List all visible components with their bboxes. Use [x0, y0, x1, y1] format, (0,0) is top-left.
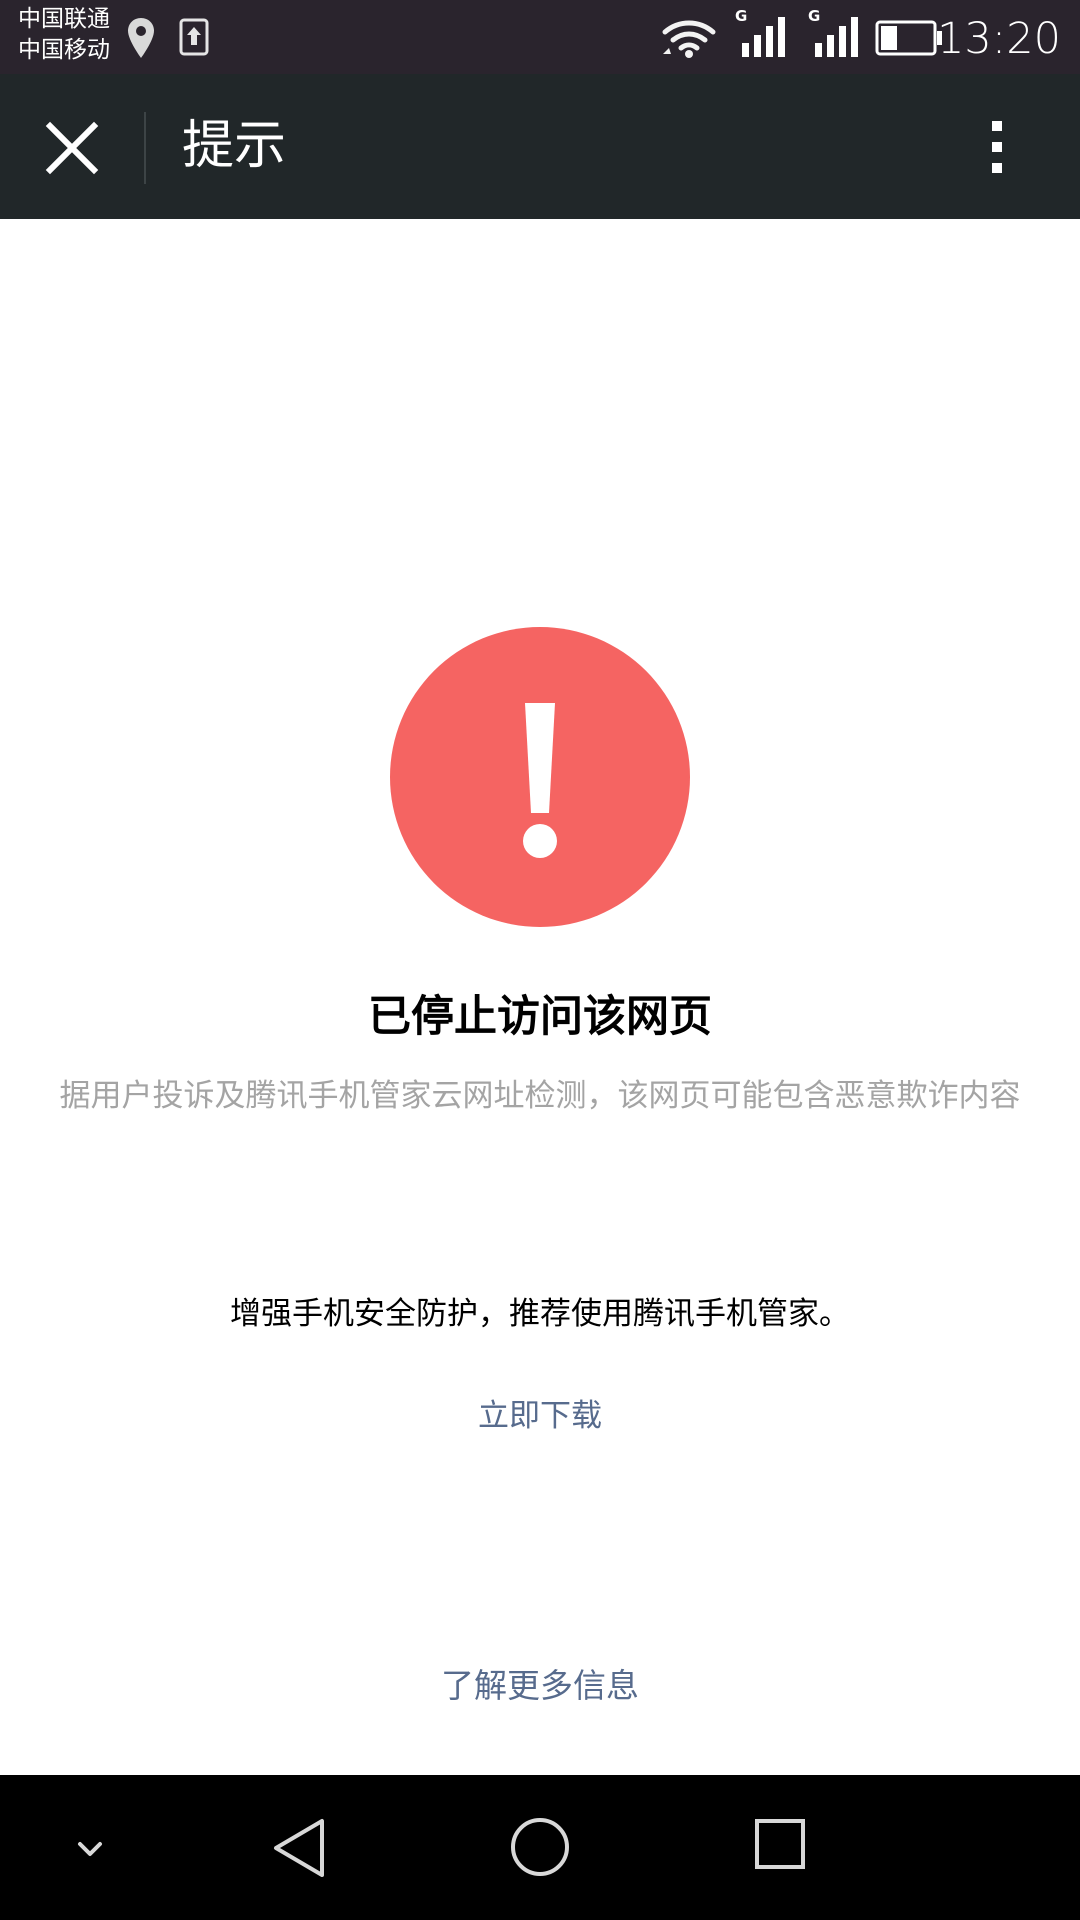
close-icon — [45, 121, 99, 175]
download-link[interactable]: 立即下载 — [0, 1390, 1080, 1442]
chevron-down-icon[interactable] — [70, 1829, 110, 1869]
back-icon[interactable] — [268, 1813, 334, 1883]
warning-screen: 中国联通 中国移动 G G 13:20 提示 已停止访问该网页 据用户投诉及腾讯… — [0, 0, 1080, 1920]
carrier-labels: 中国联通 中国移动 — [18, 4, 110, 66]
location-icon — [128, 18, 154, 58]
clock: 13:20 — [937, 14, 1061, 64]
carrier-2-label: 中国移动 — [18, 37, 110, 63]
battery-icon — [875, 20, 942, 56]
carrier-1-label: 中国联通 — [18, 6, 110, 32]
app-header: 提示 — [0, 74, 1080, 219]
more-options-button[interactable] — [982, 114, 1012, 180]
signal-icon — [815, 17, 858, 57]
upload-icon — [179, 18, 209, 56]
warning-title: 已停止访问该网页 — [368, 992, 712, 1042]
status-bar: 中国联通 中国移动 G G 13:20 — [0, 0, 1080, 74]
wifi-icon — [662, 20, 716, 58]
navigation-bar — [0, 1775, 1080, 1920]
close-button[interactable] — [28, 110, 116, 186]
header-divider — [144, 112, 146, 184]
more-vert-icon — [992, 121, 1002, 173]
security-recommendation: 增强手机安全防护，推荐使用腾讯手机管家。 — [230, 1296, 850, 1332]
home-icon[interactable] — [506, 1812, 574, 1882]
exclamation-icon — [523, 703, 557, 858]
signal-icon — [742, 17, 785, 57]
warning-description: 据用户投诉及腾讯手机管家云网址检测，该网页可能包含恶意欺诈内容 — [59, 1078, 1021, 1114]
page-title: 提示 — [182, 116, 287, 176]
recents-icon[interactable] — [753, 1817, 807, 1871]
warning-badge — [390, 627, 690, 927]
more-info-link[interactable]: 了解更多信息 — [0, 1659, 1080, 1713]
